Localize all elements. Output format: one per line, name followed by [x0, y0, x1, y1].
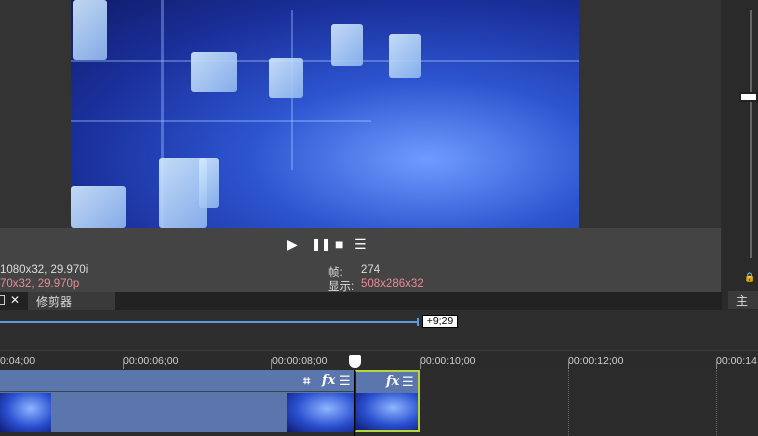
master-bus-panel: 🔒 主控: [722, 0, 758, 325]
display-value: 508x286x32: [361, 278, 424, 290]
fx-icon[interactable]: fx: [322, 373, 335, 388]
preview-info: 70x32, 29.970p: [0, 278, 80, 290]
project-info: 1080x32, 29.970i: [0, 264, 89, 276]
pause-button[interactable]: ❚❚: [311, 237, 331, 251]
ruler-tick-label: 00:00:12;00: [568, 355, 624, 367]
frame-value: 274: [361, 264, 381, 276]
stop-button[interactable]: ■: [335, 236, 343, 252]
timeline-ruler[interactable]: 0:04;00 00:00:06;00 00:00:08;00 00:00:10…: [0, 350, 758, 370]
video-track: ⌗ fx ☰ fx ☰: [0, 370, 758, 436]
clip-thumbnail: [356, 393, 418, 430]
loop-region[interactable]: [0, 321, 418, 323]
ruler-tick-label: 00:00:06;00: [123, 355, 179, 367]
lock-icon[interactable]: 🔒: [744, 272, 755, 283]
close-tab-button[interactable]: ✕: [10, 293, 20, 307]
ruler-tick-label: 00:00:08;00: [272, 355, 328, 367]
window-tab-bar: ✕ 修剪器: [0, 292, 722, 310]
loop-region-bar: +9;29: [0, 310, 758, 350]
crop-icon[interactable]: ⌗: [303, 373, 310, 389]
ruler-tick-label: 0:04;00: [0, 355, 36, 367]
ruler-tick-label: 00:00:14: [716, 355, 757, 367]
master-label[interactable]: 主控: [728, 291, 758, 325]
video-preview-panel: ▶ ❚❚ ■ ☰ 1080x32, 29.970i 70x32, 29.970p…: [0, 0, 721, 293]
preview-menu-button[interactable]: ☰: [354, 236, 367, 253]
clip-menu-icon[interactable]: ☰: [339, 373, 351, 389]
master-volume-slider-thumb[interactable]: [739, 92, 758, 102]
playback-control-bar: ▶ ❚❚ ■ ☰ 1080x32, 29.970i 70x32, 29.970p…: [0, 228, 721, 293]
playhead-line[interactable]: [354, 370, 355, 436]
video-preview-frame: [71, 0, 579, 228]
fx-icon[interactable]: fx: [386, 374, 399, 389]
clip-thumbnail: [287, 393, 354, 432]
master-volume-slider-track[interactable]: [750, 10, 752, 258]
playhead-handle[interactable]: [349, 355, 361, 368]
play-button[interactable]: ▶: [287, 236, 298, 253]
loop-length-label: +9;29: [422, 315, 458, 328]
ruler-tick-label: 00:00:10;00: [420, 355, 476, 367]
clip-menu-icon[interactable]: ☰: [402, 374, 414, 390]
loop-end-handle[interactable]: [417, 318, 419, 326]
clip-thumbnail: [0, 393, 51, 432]
tab-trimmer[interactable]: 修剪器: [28, 292, 115, 310]
video-clip-1[interactable]: ⌗ fx ☰: [0, 370, 354, 432]
maximize-icon[interactable]: [0, 295, 5, 305]
video-clip-2-selected[interactable]: fx ☰: [355, 370, 420, 432]
